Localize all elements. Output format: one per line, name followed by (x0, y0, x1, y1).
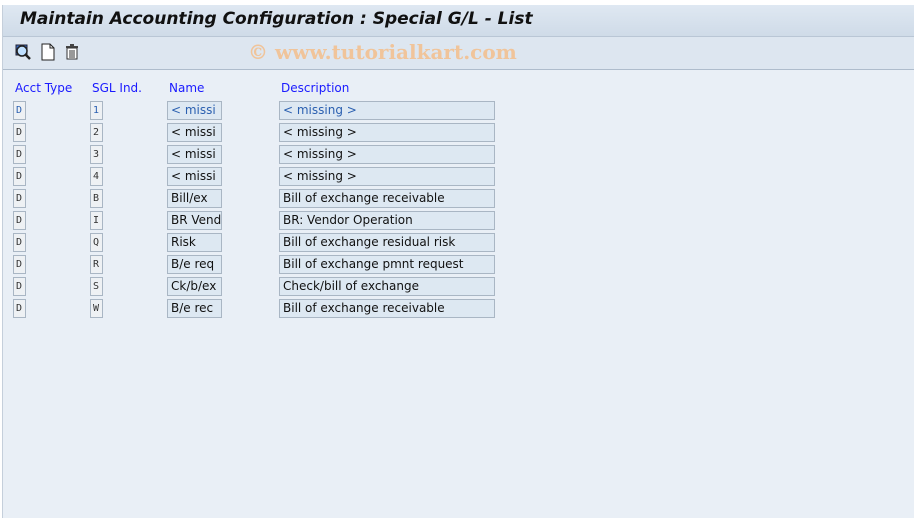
header-acct-type: Acct Type (15, 81, 73, 95)
acct-type-field[interactable]: D (13, 123, 26, 142)
acct-type-field[interactable]: D (13, 211, 26, 230)
table-row[interactable]: D 4 < missi < missing > (3, 167, 503, 186)
name-field[interactable]: BR Vend (167, 211, 222, 230)
sgl-ind-field[interactable]: Q (90, 233, 103, 252)
table-row[interactable]: D B Bill/ex Bill of exchange receivable (3, 189, 503, 208)
window: Maintain Accounting Configuration : Spec… (2, 5, 914, 518)
acct-type-field[interactable]: D (13, 145, 26, 164)
acct-type-field[interactable]: D (13, 189, 26, 208)
table-row[interactable]: D 3 < missi < missing > (3, 145, 503, 164)
sgl-ind-field[interactable]: B (90, 189, 103, 208)
acct-type-field[interactable]: D (13, 167, 26, 186)
description-field[interactable]: < missing > (279, 167, 495, 186)
sgl-ind-field[interactable]: I (90, 211, 103, 230)
sgl-ind-field[interactable]: W (90, 299, 103, 318)
description-field[interactable]: Bill of exchange receivable (279, 299, 495, 318)
header-name: Name (169, 81, 205, 95)
table-row[interactable]: D Q Risk Bill of exchange residual risk (3, 233, 503, 252)
header-sgl-ind: SGL Ind. (92, 81, 142, 95)
name-field[interactable]: < missi (167, 101, 222, 120)
acct-type-field[interactable]: D (13, 299, 26, 318)
header-description: Description (281, 81, 350, 95)
acct-type-field[interactable]: D (13, 277, 26, 296)
description-field[interactable]: < missing > (279, 145, 495, 164)
sgl-ind-field[interactable]: S (90, 277, 103, 296)
acct-type-field[interactable]: D (13, 255, 26, 274)
sgl-ind-field[interactable]: 4 (90, 167, 103, 186)
description-field[interactable]: < missing > (279, 101, 495, 120)
new-entry-button[interactable] (39, 43, 57, 61)
name-field[interactable]: < missi (167, 145, 222, 164)
trash-icon (66, 44, 78, 60)
sgl-ind-field[interactable]: 2 (90, 123, 103, 142)
table-row[interactable]: D I BR Vend BR: Vendor Operation (3, 211, 503, 230)
delete-button[interactable] (63, 43, 81, 61)
name-field[interactable]: B/e rec (167, 299, 222, 318)
sgl-ind-field[interactable]: 1 (90, 101, 103, 120)
table-row[interactable]: D W B/e rec Bill of exchange receivable (3, 299, 503, 318)
table-row[interactable]: D 1 < missi < missing > (3, 101, 503, 120)
magnifier-icon (15, 44, 31, 60)
sgl-ind-field[interactable]: 3 (90, 145, 103, 164)
name-field[interactable]: B/e req (167, 255, 222, 274)
title-bar: Maintain Accounting Configuration : Spec… (3, 5, 914, 37)
acct-type-field[interactable]: D (13, 233, 26, 252)
table-row[interactable]: D S Ck/b/ex Check/bill of exchange (3, 277, 503, 296)
name-field[interactable]: Bill/ex (167, 189, 222, 208)
description-field[interactable]: BR: Vendor Operation (279, 211, 495, 230)
table-row[interactable]: D R B/e req Bill of exchange pmnt reques… (3, 255, 503, 274)
description-field[interactable]: Bill of exchange receivable (279, 189, 495, 208)
watermark: © www.tutorialkart.com (248, 40, 517, 64)
new-document-icon (41, 43, 55, 61)
name-field[interactable]: Ck/b/ex (167, 277, 222, 296)
name-field[interactable]: < missi (167, 167, 222, 186)
toolbar: © www.tutorialkart.com (3, 37, 914, 70)
description-field[interactable]: Bill of exchange pmnt request (279, 255, 495, 274)
name-field[interactable]: < missi (167, 123, 222, 142)
name-field[interactable]: Risk (167, 233, 222, 252)
description-field[interactable]: Bill of exchange residual risk (279, 233, 495, 252)
table-row[interactable]: D 2 < missi < missing > (3, 123, 503, 142)
display-detail-button[interactable] (14, 43, 32, 61)
acct-type-field[interactable]: D (13, 101, 26, 120)
sgl-ind-field[interactable]: R (90, 255, 103, 274)
description-field[interactable]: Check/bill of exchange (279, 277, 495, 296)
page-title: Maintain Accounting Configuration : Spec… (20, 9, 533, 29)
description-field[interactable]: < missing > (279, 123, 495, 142)
